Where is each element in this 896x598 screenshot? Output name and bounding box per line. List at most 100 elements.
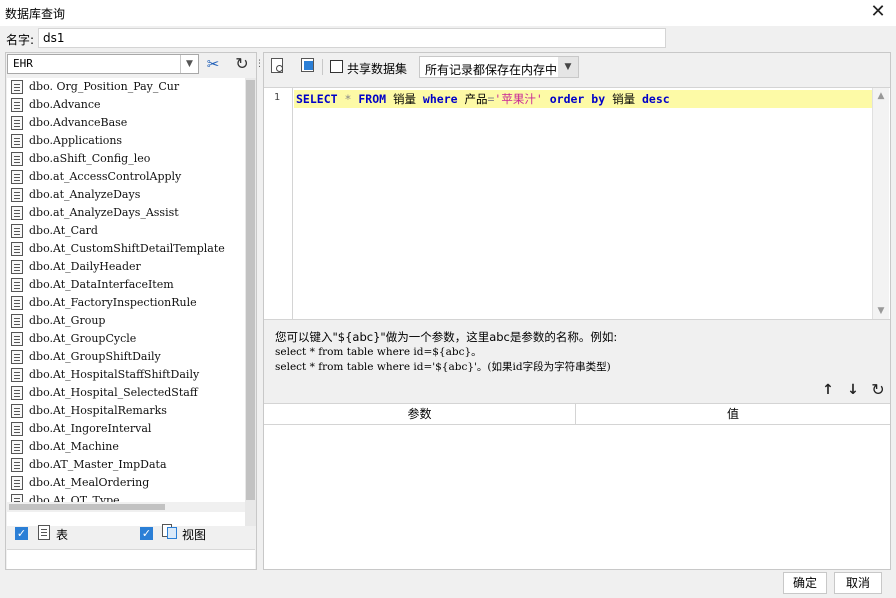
database-select-value: EHR	[13, 57, 33, 70]
refresh-icon[interactable]: ↻	[231, 54, 253, 74]
refresh-params-icon[interactable]: ↻	[870, 381, 886, 399]
memory-mode-value: 所有记录都保存在内存中	[425, 63, 558, 77]
table-list-horizontal-scrollbar[interactable]	[7, 502, 245, 512]
sql-token: 产品	[457, 92, 488, 106]
query-toolbar: 共享数据集 所有记录都保存在内存中 ▼	[264, 53, 890, 81]
table-list-item[interactable]: dbo.At_Card	[7, 222, 245, 240]
scroll-up-icon[interactable]: ▲	[873, 88, 889, 104]
scroll-down-icon[interactable]: ▼	[873, 303, 889, 319]
window-title: 数据库查询	[5, 7, 66, 21]
sql-editor[interactable]: 1 SELECT * FROM 销量 where 产品='苹果汁' order …	[264, 87, 890, 320]
table-icon	[11, 422, 23, 436]
table-icon	[11, 242, 23, 256]
parameter-hint: 您可以键入"${abc}"做为一个参数，这里abc是参数的名称。例如: sele…	[275, 330, 617, 375]
table-list-item[interactable]: dbo.at_AnalyzeDays_Assist	[7, 204, 245, 222]
ok-button[interactable]: 确定	[783, 572, 827, 594]
table-icon	[11, 170, 23, 184]
move-up-icon[interactable]: ↑	[820, 381, 836, 399]
close-icon[interactable]: ✕	[868, 2, 888, 22]
table-list-item[interactable]: dbo.At_Hospital_SelectedStaff	[7, 384, 245, 402]
share-dataset-checkbox[interactable]	[330, 60, 343, 73]
chevron-down-icon[interactable]: ▼	[180, 55, 198, 73]
table-name: dbo.At_Hospital_SelectedStaff	[29, 386, 198, 399]
column-header-value[interactable]: 值	[576, 404, 890, 424]
show-tables-checkbox[interactable]: ✓	[15, 527, 28, 540]
parameter-table[interactable]: 参数 值	[264, 403, 890, 569]
name-input[interactable]: ds1	[38, 28, 666, 48]
table-list-item[interactable]: dbo.AdvanceBase	[7, 114, 245, 132]
title-bar: 数据库查询 ✕	[0, 0, 896, 26]
left-panel: EHR ▼ ✂ ↻ ⋮ dbo. Org_Position_Pay_Cur dbo…	[5, 52, 264, 570]
table-icon	[11, 224, 23, 238]
table-list-item[interactable]: dbo.AT_Master_ImpData	[7, 456, 245, 474]
sql-token: 销量	[605, 92, 642, 106]
table-icon	[11, 350, 23, 364]
table-name: dbo.At_Group	[29, 314, 106, 327]
table-list-item[interactable]: dbo.At_FactoryInspectionRule	[7, 294, 245, 312]
table-list-item[interactable]: dbo.At_DataInterfaceItem	[7, 276, 245, 294]
table-icon	[11, 314, 23, 328]
table-name: dbo.AdvanceBase	[29, 116, 128, 129]
line-number: 1	[273, 92, 280, 103]
table-list-item[interactable]: dbo.At_MealOrdering	[7, 474, 245, 492]
table-name: dbo.At_DailyHeader	[29, 260, 141, 273]
table-name: dbo.aShift_Config_leo	[29, 152, 151, 165]
move-down-icon[interactable]: ↓	[845, 381, 861, 399]
table-list-item[interactable]: dbo.At_IngoreInterval	[7, 420, 245, 438]
table-name: dbo.At_GroupCycle	[29, 332, 137, 345]
table-list-item[interactable]: dbo.At_CustomShiftDetailTemplate	[7, 240, 245, 258]
table-list-item[interactable]: dbo.At_DailyHeader	[7, 258, 245, 276]
table-icon	[11, 404, 23, 418]
table-list-item[interactable]: dbo.At_GroupCycle	[7, 330, 245, 348]
table-icon	[11, 332, 23, 346]
table-icon	[11, 440, 23, 454]
connection-settings-icon[interactable]: ✂	[202, 54, 224, 74]
table-name: dbo.AT_Master_ImpData	[29, 458, 167, 471]
table-icon	[11, 98, 23, 112]
share-dataset-label: 共享数据集	[347, 62, 408, 76]
table-search-field[interactable]	[7, 549, 255, 569]
parameter-icon[interactable]	[300, 58, 316, 76]
table-name: dbo.At_GroupShiftDaily	[29, 350, 161, 363]
table-list[interactable]: dbo. Org_Position_Pay_Cur dbo.Advance dbo.…	[7, 78, 245, 526]
table-list-item[interactable]: dbo.at_AnalyzeDays	[7, 186, 245, 204]
sql-code[interactable]: SELECT * FROM 销量 where 产品='苹果汁' order by…	[296, 91, 670, 107]
column-header-param[interactable]: 参数	[264, 404, 576, 424]
hint-line-1: 您可以键入"${abc}"做为一个参数，这里abc是参数的名称。例如:	[275, 330, 618, 344]
table-list-item[interactable]: dbo.At_HospitalStaffShiftDaily	[7, 366, 245, 384]
table-list-item[interactable]: dbo.at_AccessControlApply	[7, 168, 245, 186]
table-list-item[interactable]: dbo.Advance	[7, 96, 245, 114]
table-icon	[38, 525, 50, 540]
preview-icon[interactable]	[270, 58, 286, 76]
object-filter-row: ✓ 表 ✓ 视图	[6, 519, 256, 547]
table-list-item[interactable]: dbo.At_Machine	[7, 438, 245, 456]
table-list-item[interactable]: dbo.aShift_Config_leo	[7, 150, 245, 168]
table-icon	[11, 458, 23, 472]
table-list-item[interactable]: dbo.At_Group	[7, 312, 245, 330]
sql-token: where	[422, 92, 458, 106]
scrollbar-thumb[interactable]	[246, 80, 255, 500]
table-name: dbo.At_HospitalRemarks	[29, 404, 167, 417]
panel-collapse-icon[interactable]: ⋮	[255, 54, 264, 74]
table-list-item[interactable]: dbo.At_GroupShiftDaily	[7, 348, 245, 366]
table-name: dbo.At_FactoryInspectionRule	[29, 296, 197, 309]
table-name: dbo.At_IngoreInterval	[29, 422, 152, 435]
memory-mode-select[interactable]: 所有记录都保存在内存中 ▼	[419, 56, 579, 78]
table-list-vertical-scrollbar[interactable]	[245, 78, 256, 526]
table-list-item[interactable]: dbo. Org_Position_Pay_Cur	[7, 78, 245, 96]
sql-token: order	[549, 92, 585, 106]
hint-line-2: select * from table where id=${abc}。	[275, 346, 482, 358]
table-list-item[interactable]: dbo.Applications	[7, 132, 245, 150]
scrollbar-thumb[interactable]	[9, 504, 165, 510]
table-name: dbo.At_MealOrdering	[29, 476, 150, 489]
parameter-table-header: 参数 值	[264, 404, 890, 425]
cancel-button[interactable]: 取消	[834, 572, 882, 594]
database-select[interactable]: EHR ▼	[7, 54, 199, 74]
table-icon	[11, 188, 23, 202]
table-list-item[interactable]: dbo.At_HospitalRemarks	[7, 402, 245, 420]
show-views-checkbox[interactable]: ✓	[140, 527, 153, 540]
chevron-down-icon[interactable]: ▼	[558, 57, 578, 77]
editor-vertical-scrollbar[interactable]: ▲ ▼	[872, 88, 889, 319]
table-icon	[11, 260, 23, 274]
